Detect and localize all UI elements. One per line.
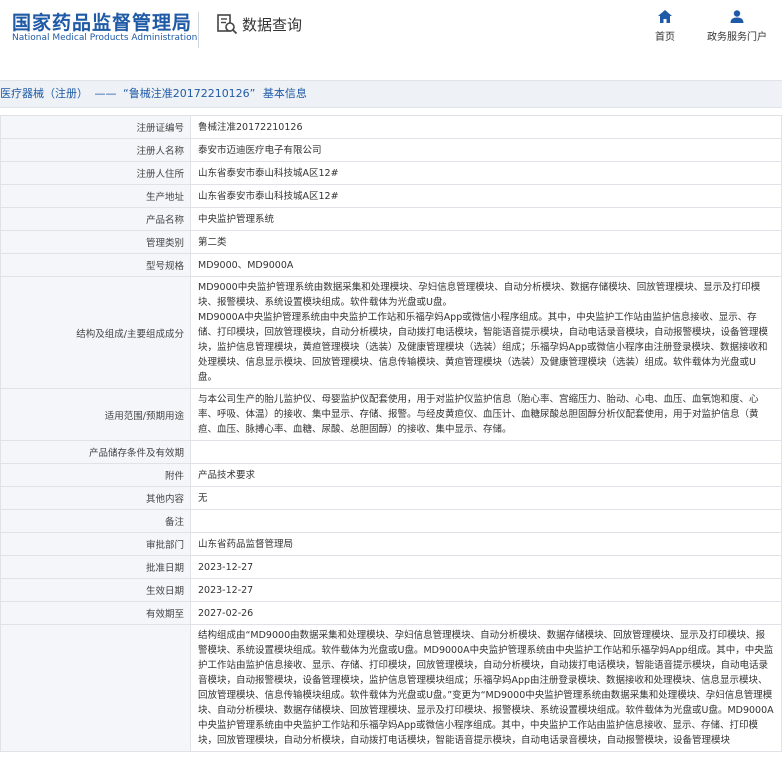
field-label: 产品储存条件及有效期 xyxy=(0,440,191,464)
detail-row: 审批部门 山东省药品监督管理局 xyxy=(0,532,782,556)
field-label: 生产地址 xyxy=(0,184,191,208)
field-label: 适用范围/预期用途 xyxy=(0,388,191,441)
field-label: 产品名称 xyxy=(0,207,191,231)
field-value: 与本公司生产的胎儿监护仪、母婴监护仪配套使用，用于对监护仪监护信息（胎心率、宫缩… xyxy=(190,388,782,441)
field-value: 产品技术要求 xyxy=(190,463,782,487)
field-value: MD9000中央监护管理系统由数据采集和处理模块、孕妇信息管理模块、自动分析模块… xyxy=(190,276,782,389)
field-label: 附件 xyxy=(0,463,191,487)
detail-row: 其他内容无 xyxy=(0,486,782,510)
detail-row: 注册人住所 山东省泰安市泰山科技城A区12# xyxy=(0,161,782,185)
field-value: 2027-02-26 xyxy=(190,601,782,625)
header-divider xyxy=(198,12,199,48)
field-value: 山东省药品监督管理局 xyxy=(190,532,782,556)
home-icon xyxy=(658,10,672,23)
detail-row: 注册人名称 泰安市迈迪医疗电子有限公司 xyxy=(0,138,782,162)
detail-row: 结构组成由“MD9000由数据采集和处理模块、孕妇信息管理模块、自动分析模块、数… xyxy=(0,624,782,752)
field-value xyxy=(190,509,782,533)
field-value: 中央监护管理系统 xyxy=(190,207,782,231)
detail-row: 管理类别 第二类 xyxy=(0,230,782,254)
breadcrumb-category: 医疗器械（注册） xyxy=(0,87,88,100)
detail-row: 结构及组成/主要组成成分 MD9000中央监护管理系统由数据采集和处理模块、孕妇信… xyxy=(0,276,782,389)
field-value: 2023-12-27 xyxy=(190,555,782,579)
nav-home-label: 首页 xyxy=(655,32,675,43)
field-value: 结构组成由“MD9000由数据采集和处理模块、孕妇信息管理模块、自动分析模块、数… xyxy=(190,624,782,752)
detail-row: 有效期至 2027-02-26 xyxy=(0,601,782,625)
detail-row: 附件 产品技术要求 xyxy=(0,463,782,487)
breadcrumb-separator: —— xyxy=(94,87,117,100)
field-label: 备注 xyxy=(0,509,191,533)
field-value: MD9000、MD9000A xyxy=(190,253,782,277)
data-query-label: 数据查询 xyxy=(242,15,303,34)
field-label: 生效日期 xyxy=(0,578,191,602)
field-label: 批准日期 xyxy=(0,555,191,579)
breadcrumb-record: “鲁械注准20172210126” xyxy=(123,87,256,100)
field-value: 无 xyxy=(190,486,782,510)
detail-table: 注册证编号 鲁械注准20172210126 注册人名称 泰安市迈迪医疗电子有限公司 注册… xyxy=(0,115,782,752)
site-logo-title[interactable]: 国家药品监督管理局 xyxy=(12,8,192,35)
field-label: 有效期至 xyxy=(0,601,191,625)
field-value: 鲁械注准20172210126 xyxy=(190,115,782,139)
field-value: 山东省泰安市泰山科技城A区12# xyxy=(190,184,782,208)
field-label xyxy=(0,624,191,752)
field-value: 2023-12-27 xyxy=(190,578,782,602)
detail-row: 批准日期 2023-12-27 xyxy=(0,555,782,579)
breadcrumb-suffix: 基本信息 xyxy=(262,87,307,100)
field-label: 审批部门 xyxy=(0,532,191,556)
data-query-link[interactable]: 数据查询 xyxy=(216,13,302,35)
field-label: 注册人名称 xyxy=(0,138,191,162)
nav-gov-portal[interactable]: 政务服务门户 xyxy=(702,10,772,43)
nav-gov-label: 政务服务门户 xyxy=(707,32,767,43)
detail-row: 备注 xyxy=(0,509,782,533)
field-label: 结构及组成/主要组成成分 xyxy=(0,276,191,389)
field-value: 泰安市迈迪医疗电子有限公司 xyxy=(190,138,782,162)
detail-row: 生产地址 山东省泰安市泰山科技城A区12# xyxy=(0,184,782,208)
detail-row: 产品名称 中央监护管理系统 xyxy=(0,207,782,231)
field-value: 第二类 xyxy=(190,230,782,254)
field-label: 注册证编号 xyxy=(0,115,191,139)
detail-row: 适用范围/预期用途 与本公司生产的胎儿监护仪、母婴监护仪配套使用，用于对监护仪监护… xyxy=(0,388,782,441)
field-value xyxy=(190,440,782,464)
field-label: 管理类别 xyxy=(0,230,191,254)
site-header: 国家药品监督管理局 National Medical Products Admi… xyxy=(0,0,782,62)
data-query-icon xyxy=(217,14,238,35)
field-label: 注册人住所 xyxy=(0,161,191,185)
site-logo-subtitle: National Medical Products Administration xyxy=(12,33,198,43)
nav-home[interactable]: 首页 xyxy=(650,10,680,43)
detail-row: 型号规格 MD9000、MD9000A xyxy=(0,253,782,277)
breadcrumb: 医疗器械（注册） —— “鲁械注准20172210126” 基本信息 xyxy=(0,80,782,108)
field-label: 型号规格 xyxy=(0,253,191,277)
field-value: 山东省泰安市泰山科技城A区12# xyxy=(190,161,782,185)
user-icon xyxy=(730,10,744,23)
detail-row: 生效日期 2023-12-27 xyxy=(0,578,782,602)
field-label: 其他内容 xyxy=(0,486,191,510)
detail-row: 产品储存条件及有效期 xyxy=(0,440,782,464)
detail-row: 注册证编号 鲁械注准20172210126 xyxy=(0,115,782,139)
